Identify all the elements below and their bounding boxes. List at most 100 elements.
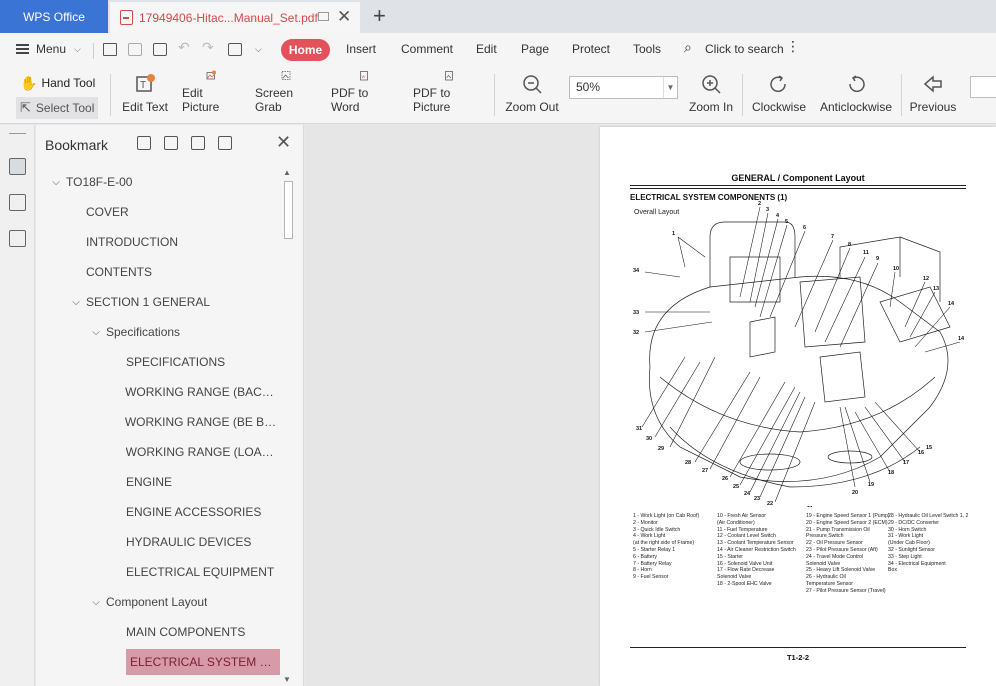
- legend-column-4: 28 - Hydraulic Oil Level Switch 1, 2 29 -…: [888, 513, 968, 574]
- pdf-page[interactable]: GENERAL / Component Layout ELECTRICAL SY…: [600, 127, 996, 686]
- new-tab-plus-icon[interactable]: +: [373, 3, 386, 29]
- bookmark-item[interactable]: ENGINE: [36, 467, 281, 497]
- bookmark-item[interactable]: ELECTRICAL SYSTEM COM...: [36, 647, 281, 677]
- tab-edit[interactable]: Edit: [476, 42, 497, 56]
- bookmark-item[interactable]: HYDRAULIC DEVICES: [36, 527, 281, 557]
- svg-text:21: 21: [807, 506, 813, 507]
- bookmark-item[interactable]: COVER: [36, 197, 281, 227]
- undo-icon[interactable]: ↶: [178, 39, 190, 56]
- bookmark-item[interactable]: ⌵ Component Layout: [36, 587, 281, 617]
- bookmark-item[interactable]: WORKING RANGE (BE BAC...: [36, 407, 281, 437]
- pdf-to-picture-button[interactable]: PDF to Picture: [413, 70, 485, 120]
- open-folder-icon[interactable]: [103, 43, 117, 56]
- rotate-clockwise-button[interactable]: Clockwise: [752, 70, 806, 120]
- collapse-all-icon[interactable]: [164, 136, 178, 150]
- legend-entry: 27 - Pilot Pressure Sensor (Travel): [806, 587, 886, 594]
- bookmark-item[interactable]: MAIN COMPONENTS: [36, 617, 281, 647]
- close-panel-icon[interactable]: ✕: [276, 132, 291, 153]
- bookmark-options-icon[interactable]: [218, 136, 232, 150]
- bookmark-item[interactable]: WORKING RANGE (BACKH...: [36, 377, 281, 407]
- screen-grab-button[interactable]: Screen Grab: [255, 70, 317, 120]
- scroll-down-icon[interactable]: ▼: [283, 675, 291, 684]
- tab-home[interactable]: Home: [281, 39, 330, 61]
- tab-comment[interactable]: Comment: [401, 42, 453, 56]
- previous-page-button[interactable]: Previous: [910, 70, 956, 120]
- edit-text-label: Edit Text: [122, 100, 168, 114]
- document-viewport[interactable]: GENERAL / Component Layout ELECTRICAL SY…: [305, 125, 996, 686]
- search-icon[interactable]: ⌕: [684, 39, 692, 56]
- tab-home-label: Home: [288, 43, 323, 57]
- hand-tool-label: Hand Tool: [41, 76, 96, 90]
- svg-text:8: 8: [848, 242, 851, 248]
- edit-picture-label: Edit Picture: [182, 86, 220, 114]
- expand-all-icon[interactable]: [137, 136, 151, 150]
- bookmark-item[interactable]: ⌵ TO18F-E-00: [36, 167, 281, 197]
- edit-text-button[interactable]: T Edit Text: [122, 70, 168, 120]
- pdf-to-word-label: PDF to Word: [331, 86, 369, 114]
- menu-chevron-icon[interactable]: ⌵: [74, 44, 81, 55]
- svg-text:32: 32: [633, 330, 639, 336]
- bookmark-panel-icon[interactable]: [9, 158, 26, 175]
- bookmark-item[interactable]: WORKING RANGE (LOADI...: [36, 437, 281, 467]
- zoom-dropdown-chevron-icon[interactable]: ▼: [663, 77, 677, 98]
- scroll-up-icon[interactable]: ▲: [283, 168, 291, 177]
- svg-text:33: 33: [633, 310, 639, 316]
- tab-protect[interactable]: Protect: [572, 42, 610, 56]
- pdf-to-word-button[interactable]: W PDF to Word: [331, 70, 397, 120]
- expand-chevron-icon[interactable]: ⌵: [86, 327, 106, 338]
- bookmark-item[interactable]: ENGINE ACCESSORIES: [36, 497, 281, 527]
- legend-entry: 24 - Travel Mode Control: [806, 553, 864, 560]
- zoom-in-button[interactable]: Zoom In: [689, 70, 733, 120]
- print-icon[interactable]: [153, 43, 167, 56]
- page-number-input[interactable]: [970, 76, 996, 98]
- bookmark-item[interactable]: CONTENTS: [36, 257, 281, 287]
- bookmark-item[interactable]: ⌵ Specifications: [36, 317, 281, 347]
- expand-chevron-icon[interactable]: ⌵: [86, 597, 106, 608]
- ribbon-toolbar: ✋ Hand Tool ⇱ Select Tool T Edit Text Ed…: [0, 66, 996, 124]
- bookmark-item[interactable]: ELECTRICAL EQUIPMENT: [36, 557, 281, 587]
- close-tab-icon[interactable]: ✕: [337, 7, 351, 27]
- thumbnail-panel-icon[interactable]: [9, 194, 26, 211]
- document-tab[interactable]: 17949406-Hitac...Manual_Set.pdf ✕: [110, 2, 360, 33]
- expand-chevron-icon[interactable]: ⌵: [46, 177, 66, 188]
- bookmark-item-label: ELECTRICAL SYSTEM COM...: [126, 649, 280, 675]
- wps-office-tab[interactable]: WPS Office: [0, 0, 108, 33]
- tab-tools[interactable]: Tools: [633, 42, 661, 56]
- monitor-icon[interactable]: [318, 12, 329, 21]
- expand-chevron-icon[interactable]: ⌵: [66, 297, 86, 308]
- bookmark-item[interactable]: ⌵ SECTION 1 GENERAL: [36, 287, 281, 317]
- zoom-level-select[interactable]: 50% ▼: [569, 76, 678, 99]
- convert-icon[interactable]: [228, 43, 242, 56]
- tab-insert[interactable]: Insert: [346, 42, 376, 56]
- bookmark-item-label: WORKING RANGE (BE BAC...: [124, 415, 281, 429]
- redo-icon[interactable]: ↷: [202, 39, 214, 56]
- tab-page[interactable]: Page: [521, 42, 549, 56]
- hand-tool-button[interactable]: ✋ Hand Tool: [16, 72, 95, 94]
- legend-entry: (Under Cab Floor): [888, 540, 930, 547]
- legend-entry: 17 - Flow Rate Decrease: [717, 567, 775, 574]
- save-icon[interactable]: [128, 43, 142, 56]
- bookmark-item-label: INTRODUCTION: [86, 235, 178, 249]
- svg-text:23: 23: [754, 496, 760, 502]
- svg-text:9: 9: [876, 256, 879, 262]
- svg-text:22: 22: [767, 501, 773, 507]
- legend-entry: 15 - Starter: [717, 553, 743, 560]
- bookmark-item[interactable]: SPECIFICATIONS: [36, 347, 281, 377]
- bookmark-scrollbar[interactable]: ▲ ▼: [282, 167, 294, 686]
- rotate-anticlockwise-button[interactable]: Anticlockwise: [820, 70, 892, 120]
- svg-text:5: 5: [785, 219, 788, 225]
- quick-access-chevron-icon[interactable]: ⌵: [255, 44, 262, 55]
- edit-picture-button[interactable]: Edit Picture: [182, 70, 240, 120]
- select-tool-button[interactable]: ⇱ Select Tool: [16, 97, 98, 119]
- annotation-panel-icon[interactable]: [9, 230, 26, 247]
- bookmark-item[interactable]: INTRODUCTION: [36, 227, 281, 257]
- scrollbar-thumb[interactable]: [284, 181, 293, 239]
- search-box[interactable]: Click to search: [705, 42, 784, 56]
- hamburger-menu-icon[interactable]: [16, 44, 29, 54]
- menu-button[interactable]: Menu: [36, 42, 66, 56]
- more-options-icon[interactable]: ⋮: [786, 38, 800, 55]
- svg-text:11: 11: [863, 250, 869, 256]
- legend-entry: 34 - Electrical Equipment: [888, 560, 946, 567]
- add-bookmark-icon[interactable]: [191, 136, 205, 150]
- zoom-out-button[interactable]: Zoom Out: [505, 70, 559, 120]
